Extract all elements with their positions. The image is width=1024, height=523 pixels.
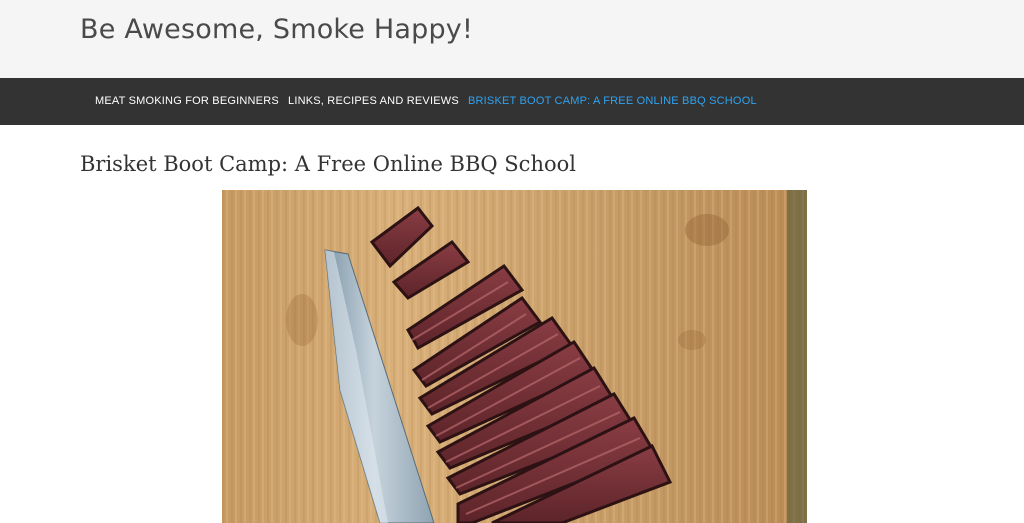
main-navigation: MEAT SMOKING FOR BEGINNERS LINKS, RECIPE… <box>0 78 1024 125</box>
site-title-link[interactable]: Be Awesome, Smoke Happy! <box>80 14 473 45</box>
nav-item-links-recipes-and-reviews[interactable]: LINKS, RECIPES AND REVIEWS <box>288 95 459 107</box>
site-header: Be Awesome, Smoke Happy! <box>0 0 1024 78</box>
hero-image <box>222 190 807 523</box>
nav-item-brisket-boot-camp[interactable]: BRISKET BOOT CAMP: A FREE ONLINE BBQ SCH… <box>468 95 757 107</box>
page-title: Brisket Boot Camp: A Free Online BBQ Sch… <box>80 152 576 176</box>
nav-item-meat-smoking-for-beginners[interactable]: MEAT SMOKING FOR BEGINNERS <box>95 95 279 107</box>
